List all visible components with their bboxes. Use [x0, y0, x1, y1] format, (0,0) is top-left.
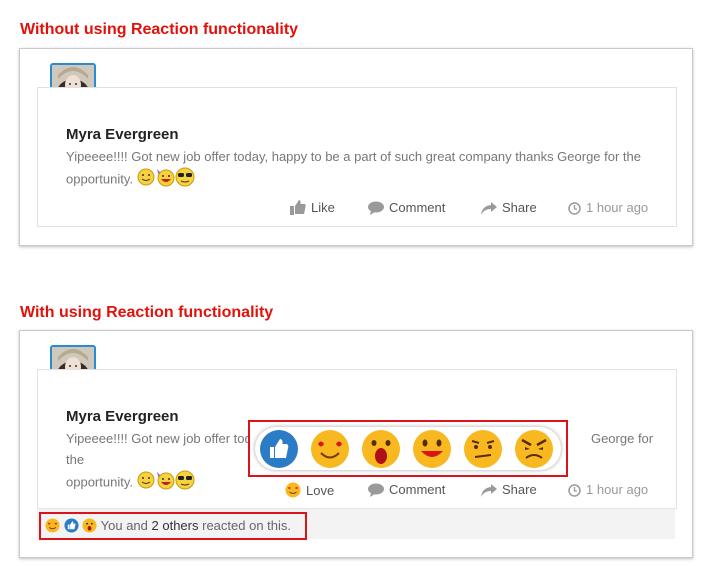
- summary-suffix: reacted on this.: [202, 518, 292, 533]
- share-icon: [481, 484, 497, 497]
- share-icon: [481, 202, 497, 215]
- comment-label: Comment: [389, 482, 446, 497]
- reaction-picker-bar: [255, 427, 561, 470]
- comment-button[interactable]: Comment: [368, 200, 445, 215]
- post-actions: Love Comment Share 1 hour ago: [38, 482, 676, 500]
- sunglasses-emoji-icon: [175, 167, 195, 193]
- section-title-without: Without using Reaction functionality: [20, 21, 299, 38]
- summary-count-link[interactable]: 2 others: [152, 518, 199, 533]
- wow-reaction-icon[interactable]: [361, 429, 401, 469]
- clock-icon: [568, 484, 581, 497]
- like-button[interactable]: Like: [290, 200, 335, 215]
- post-card-without-reactions: Myra Evergreen Yipeeee!!!! Got new job o…: [19, 48, 693, 246]
- love-emoji-icon: [285, 482, 301, 498]
- reaction-picker: [248, 420, 568, 477]
- love-reaction-button[interactable]: Love: [285, 482, 334, 498]
- comment-label: Comment: [389, 200, 446, 215]
- comment-button[interactable]: Comment: [368, 482, 445, 497]
- clock-icon: [568, 202, 581, 215]
- like-label: Like: [311, 200, 335, 215]
- angry-reaction-icon[interactable]: [514, 429, 554, 469]
- wow-emoji-icon: [82, 518, 97, 533]
- smile-emoji-icon: [137, 168, 155, 192]
- share-button[interactable]: Share: [481, 482, 537, 497]
- timestamp-label: 1 hour ago: [586, 482, 649, 497]
- share-label: Share: [502, 200, 537, 215]
- post-actions: Like Comment Share 1 hour ago: [38, 200, 676, 218]
- author-name[interactable]: Myra Evergreen: [66, 126, 179, 143]
- timestamp: 1 hour ago: [568, 200, 648, 215]
- post-text: Yipeeee!!!! Got new job offer today, hap…: [66, 146, 666, 193]
- timestamp: 1 hour ago: [568, 482, 648, 497]
- share-button[interactable]: Share: [481, 200, 537, 215]
- comment-icon: [368, 483, 384, 497]
- love-reaction-icon[interactable]: [310, 429, 350, 469]
- section-title-with: With using Reaction functionality: [20, 304, 274, 321]
- reaction-summary-row: You and 2 others reacted on this.: [37, 508, 675, 540]
- party-emoji-icon: [155, 167, 175, 193]
- love-emoji-icon: [45, 518, 60, 533]
- sad-reaction-icon[interactable]: [463, 429, 503, 469]
- timestamp-label: 1 hour ago: [586, 200, 649, 215]
- post-text-line1: Yipeeee!!!! Got new job offer toda: [66, 431, 259, 446]
- summary-prefix: You and: [100, 518, 148, 533]
- like-emoji-icon: [64, 518, 79, 533]
- post-text-line1: Yipeeee!!!! Got new job offer today, hap…: [66, 149, 642, 164]
- haha-reaction-icon[interactable]: [412, 429, 452, 469]
- thumbs-up-icon: [290, 200, 306, 215]
- love-label: Love: [306, 483, 335, 498]
- like-reaction-icon[interactable]: [259, 429, 299, 469]
- reaction-summary[interactable]: You and 2 others reacted on this.: [39, 512, 307, 540]
- share-label: Share: [502, 482, 537, 497]
- comment-icon: [368, 201, 384, 215]
- author-name[interactable]: Myra Evergreen: [66, 408, 179, 425]
- post-text-line2: opportunity.: [66, 171, 133, 187]
- post-body: Myra Evergreen Yipeeee!!!! Got new job o…: [37, 87, 677, 227]
